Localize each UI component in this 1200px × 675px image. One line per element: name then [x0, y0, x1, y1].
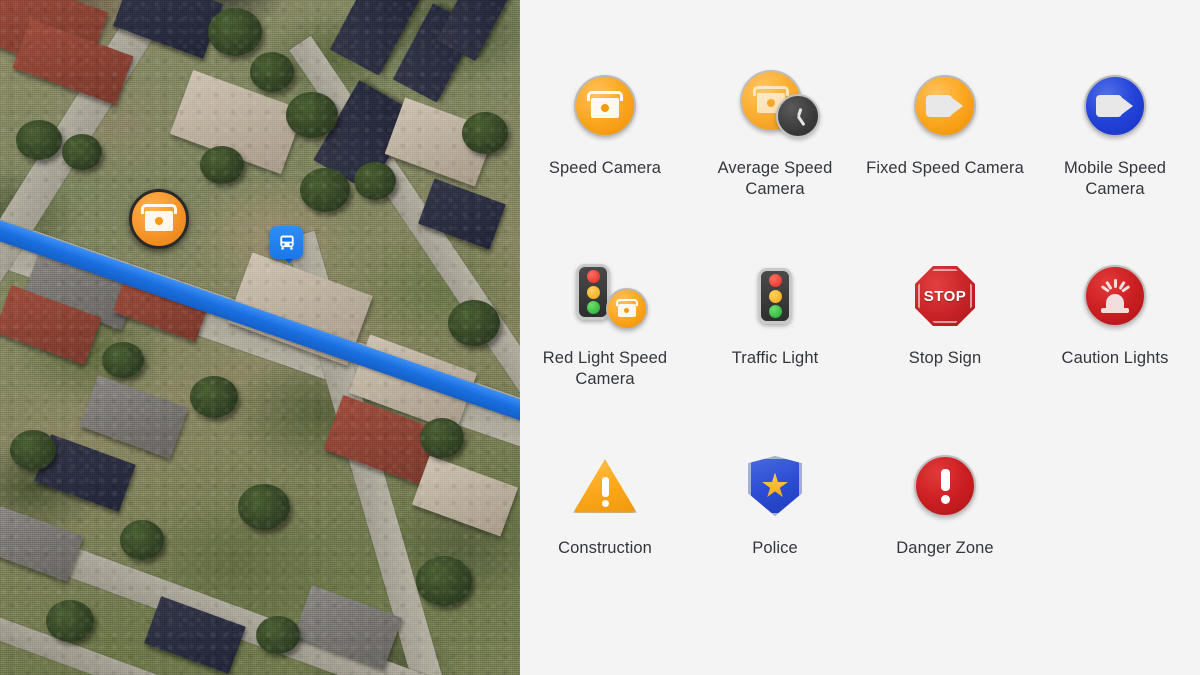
legend-item-traffic-light[interactable]: Traffic Light: [690, 252, 860, 442]
icon-wrapper: [902, 448, 988, 524]
traffic-light-icon: [758, 268, 792, 324]
speed-camera-icon: [574, 75, 636, 137]
legend-item-empty: [1030, 442, 1200, 592]
icon-wrapper: [1072, 258, 1158, 334]
bus-icon: [279, 235, 294, 250]
red-light-speed-camera-icon: [562, 258, 648, 334]
legend-item-police[interactable]: Police: [690, 442, 860, 592]
fixed-speed-camera-icon: [914, 75, 976, 137]
icon-wrapper: [732, 68, 820, 144]
speed-camera-icon: [606, 288, 648, 330]
legend-label: Danger Zone: [896, 539, 994, 557]
stop-sign-icon: STOP: [915, 266, 975, 326]
average-speed-camera-icon: [732, 68, 820, 144]
construction-icon: [573, 459, 637, 513]
legend-label: Red Light Speed Camera: [542, 349, 668, 388]
bus-stop-marker[interactable]: [270, 226, 303, 259]
traffic-light-icon: [576, 264, 610, 320]
legend-item-red-light-speed-camera[interactable]: Red Light Speed Camera: [520, 252, 690, 442]
legend-label: Caution Lights: [1061, 349, 1169, 367]
legend-item-fixed-speed-camera[interactable]: Fixed Speed Camera: [860, 62, 1030, 252]
icon-wrapper: [562, 68, 648, 144]
mobile-speed-camera-icon: [1084, 75, 1146, 137]
icon-wrapper: [732, 258, 818, 334]
app-screen: Speed Camera Average Speed Camera Fixed …: [0, 0, 1200, 675]
legend-label: Police: [752, 539, 798, 557]
legend-label: Mobile Speed Camera: [1063, 159, 1167, 198]
caution-lights-icon: [1084, 265, 1146, 327]
legend-label: Traffic Light: [731, 349, 819, 367]
legend-item-average-speed-camera[interactable]: Average Speed Camera: [690, 62, 860, 252]
legend-panel: Speed Camera Average Speed Camera Fixed …: [520, 0, 1200, 675]
legend-label: Speed Camera: [548, 159, 662, 177]
legend-item-danger-zone[interactable]: Danger Zone: [860, 442, 1030, 592]
icon-wrapper: [902, 68, 988, 144]
legend-item-construction[interactable]: Construction: [520, 442, 690, 592]
legend-label: Fixed Speed Camera: [866, 159, 1024, 177]
icon-wrapper: STOP: [902, 258, 988, 334]
legend-grid: Speed Camera Average Speed Camera Fixed …: [520, 62, 1200, 592]
icon-wrapper: [562, 448, 648, 524]
icon-wrapper: [562, 258, 648, 334]
danger-zone-icon: [914, 455, 976, 517]
legend-item-speed-camera[interactable]: Speed Camera: [520, 62, 690, 252]
legend-item-mobile-speed-camera[interactable]: Mobile Speed Camera: [1030, 62, 1200, 252]
stop-sign-text: STOP: [923, 287, 967, 305]
map-view[interactable]: [0, 0, 520, 675]
legend-item-stop-sign[interactable]: STOP Stop Sign: [860, 252, 1030, 442]
police-shield-icon: [748, 456, 802, 516]
legend-label: Construction: [558, 539, 652, 557]
legend-label: Average Speed Camera: [717, 159, 833, 198]
imagery-grain-overlay: [0, 0, 520, 675]
legend-item-caution-lights[interactable]: Caution Lights: [1030, 252, 1200, 442]
clock-icon: [776, 94, 820, 138]
icon-wrapper: [1072, 68, 1158, 144]
icon-wrapper: [732, 448, 818, 524]
legend-label: Stop Sign: [908, 349, 982, 367]
speed-camera-icon: [139, 204, 179, 234]
speed-camera-marker[interactable]: [129, 189, 189, 249]
